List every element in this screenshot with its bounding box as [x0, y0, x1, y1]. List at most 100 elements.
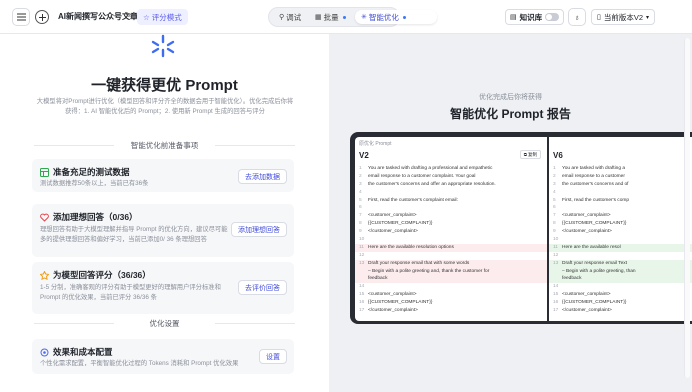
notification-dot — [342, 15, 346, 19]
knowledge-base-toggle[interactable]: ▤ 知识库 — [505, 9, 565, 25]
settings-icon — [40, 348, 49, 356]
code-line: 14 — [355, 283, 547, 291]
settings-button[interactable]: 设置 — [259, 349, 287, 364]
line-text: Here are the available resolution option… — [368, 244, 454, 250]
line-number: 3 — [553, 181, 556, 187]
code-line: 9 </customer_complaint> — [549, 228, 692, 236]
report-title: 智能优化 Prompt 报告 — [450, 107, 571, 121]
code-line: 16 {{CUSTOMER_COMPLAINT}} — [355, 299, 547, 307]
code-lines: 1 You are tasked with drafting a professi… — [355, 165, 547, 315]
report-preview-panel: 优化完成后你将获得 智能优化 Prompt 报告 原优化 Prompt V2 ⧉… — [329, 34, 692, 392]
line-text: <customer_complaint> — [368, 213, 417, 219]
menu-icon — [16, 13, 26, 21]
card-title-text: 为模型回答评分（36/36） — [53, 270, 151, 280]
scrollbar[interactable] — [684, 38, 690, 378]
line-text: the customer's concerns and offer an app… — [368, 181, 496, 187]
line-number: 10 — [553, 237, 559, 243]
line-number: 11 — [359, 244, 364, 250]
rate-answers-button[interactable]: 去评价回答 — [238, 280, 287, 295]
card-title-text: 添加理想回答（0/36） — [53, 212, 138, 222]
tips-button[interactable]: ♁ — [568, 8, 586, 26]
version-select[interactable]: ▯ 当前版本V2 ▾ — [591, 9, 656, 25]
line-number: 13 — [553, 260, 559, 266]
code-line: 13 Draft your response email Text — [549, 259, 692, 268]
tab-debug[interactable]: ⚲ 调试 — [279, 10, 301, 24]
code-line: 17 </customer_complaint> — [549, 307, 692, 315]
ideal-answer-card: 添加理想回答（0/36） 理想回答有助于大模型理解并指导 Prompt 的优化方… — [32, 204, 294, 257]
page-title: 一键获得更优 Prompt — [91, 77, 238, 94]
heart-icon — [40, 213, 49, 222]
line-text: email response to a customer — [562, 173, 625, 179]
score-card: 为模型回答评分（36/36） 1-5 分制，准确客观的评分有助于模型更好的理解用… — [32, 262, 294, 314]
line-number: 10 — [359, 237, 365, 243]
pane-version: V2 — [359, 151, 369, 160]
card-desc: 1-5 分制，准确客观的评分有助于模型更好的理解用户评分标准和 Prompt 的… — [40, 284, 221, 301]
card-title: 为模型回答评分（36/36） — [40, 269, 151, 281]
line-number: 17 — [553, 308, 559, 314]
code-line: feedback — [549, 275, 692, 284]
pane-label: 原优化 Prompt — [359, 141, 392, 147]
add-icon[interactable] — [35, 10, 49, 24]
copy-label: 复制 — [528, 151, 537, 157]
menu-button[interactable] — [12, 8, 30, 26]
card-title: 准备充足的测试数据 — [40, 166, 130, 178]
original-prompt-pane: 原优化 Prompt V2 ⧉ 复制 1 You are tasked with … — [355, 137, 547, 321]
line-text: {{CUSTOMER_COMPLAINT}} — [562, 221, 627, 227]
line-text: {{CUSTOMER_COMPLAINT}} — [368, 300, 433, 306]
line-number: 11 — [553, 244, 558, 250]
code-line: 4 — [355, 189, 547, 197]
code-line: 7 <customer_complaint> — [549, 212, 692, 220]
copy-button[interactable]: ⧉ 复制 — [519, 150, 541, 159]
code-line: 3 the customer's concerns and offer an ap… — [355, 181, 547, 189]
scoring-mode-badge[interactable]: ☆ 评分模式 — [137, 9, 188, 25]
knowledge-label: 知识库 — [519, 12, 543, 22]
line-number: 2 — [359, 173, 362, 179]
code-line: 5 First, read the customer's complaint em… — [355, 197, 547, 205]
code-line: 11 Here are the available resol — [549, 243, 692, 252]
code-line: 15 <customer_complaint> — [355, 291, 547, 299]
book-icon: ▤ — [510, 14, 517, 21]
tab-smart-optimize[interactable]: ✳ 智能优化 — [355, 10, 437, 24]
card-desc: 测试数据推荐50条以上，当前已有36条 — [40, 180, 149, 187]
code-line: – Begin with a polite greeting, than — [549, 267, 692, 276]
line-text: <customer_complaint> — [562, 292, 611, 298]
code-line: 17 </customer_complaint> — [355, 307, 547, 315]
mode-tabs: ⚲ 调试 ▦ 批量 ✳ 智能优化 — [268, 7, 437, 27]
line-text: <customer_complaint> — [368, 292, 417, 298]
line-text: </customer_complaint> — [368, 229, 418, 235]
line-number: 12 — [553, 252, 559, 258]
line-text: feedback — [562, 276, 582, 282]
toggle-switch[interactable] — [545, 13, 560, 21]
line-text: You are tasked with drafting a professio… — [368, 166, 493, 171]
sparkle-icon: ✳ — [361, 14, 367, 21]
line-number: 8 — [553, 221, 556, 227]
line-number: 5 — [553, 197, 556, 203]
line-number: 17 — [359, 308, 365, 314]
line-text: email response to a customer complaint. … — [368, 173, 476, 179]
line-text: Here are the available resol — [562, 244, 621, 250]
code-line: 6 — [355, 204, 547, 212]
line-number: 14 — [359, 284, 365, 290]
line-number: 9 — [553, 229, 556, 235]
report-subtitle: 优化完成后你将获得 — [479, 94, 542, 101]
edit-title-icon[interactable]: ✎ — [125, 11, 132, 20]
copy-icon: ⧉ — [523, 152, 527, 157]
line-text: <customer_complaint> — [562, 213, 611, 219]
line-number: 15 — [553, 292, 559, 298]
optimized-prompt-pane: V6 1 You are tasked with drafting a 2 email… — [549, 137, 692, 321]
add-ideal-answer-button[interactable]: 添加理想回答 — [231, 222, 287, 237]
tab-batch[interactable]: ▦ 批量 — [315, 10, 346, 24]
code-line: 5 First, read the customer's comp — [549, 197, 692, 205]
line-number: 3 — [359, 181, 362, 187]
code-line: 1 You are tasked with drafting a professi… — [355, 165, 547, 173]
star-icon — [40, 270, 49, 280]
line-number: 6 — [553, 205, 556, 211]
mode-label: 评分模式 — [151, 12, 182, 22]
code-line: 8 {{CUSTOMER_COMPLAINT}} — [355, 220, 547, 228]
card-title: 添加理想回答（0/36） — [40, 211, 138, 223]
top-bar: AI新闻撰写公众号文章 ✎ ☆ 评分模式 ⚲ 调试 ▦ 批量 ✳ 智能优化 ▤ … — [0, 0, 692, 34]
line-number: 16 — [553, 300, 559, 306]
line-number: 7 — [359, 213, 362, 219]
line-number: 4 — [359, 189, 362, 195]
add-data-button[interactable]: 去添加数据 — [238, 169, 287, 184]
